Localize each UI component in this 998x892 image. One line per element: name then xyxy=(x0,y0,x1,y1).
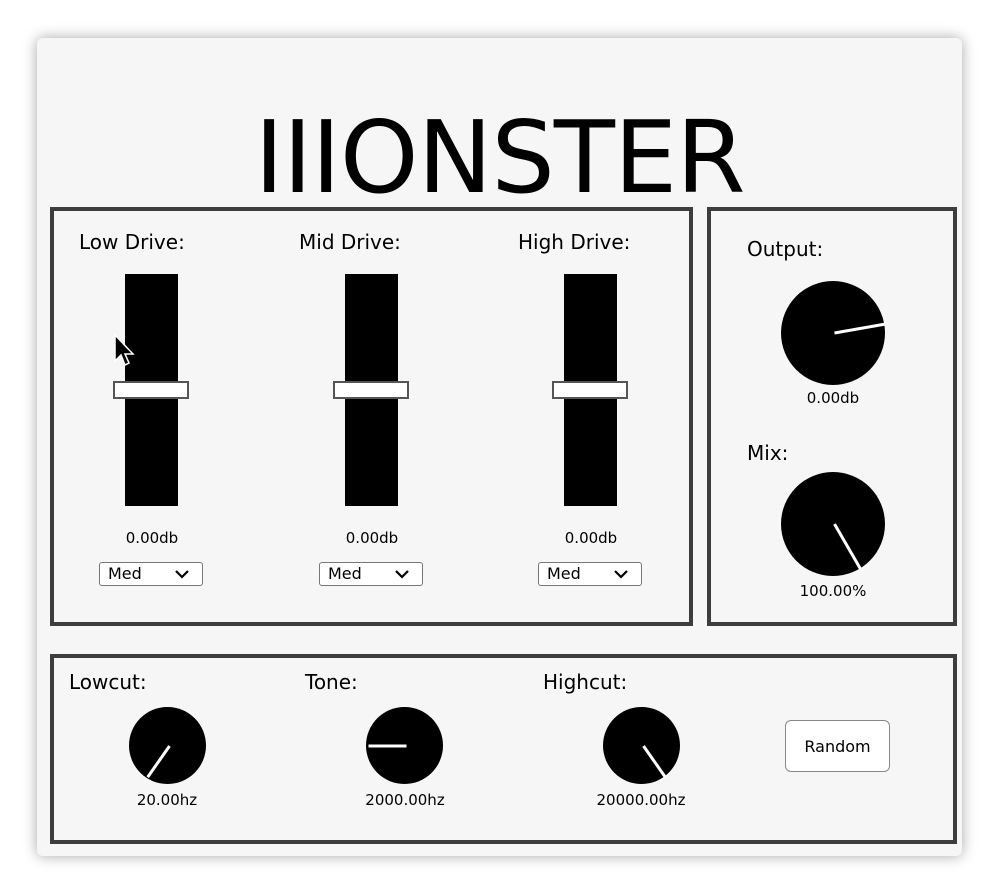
lowcut-label: Lowcut: xyxy=(69,670,147,694)
tone-label: Tone: xyxy=(305,670,358,694)
drive-panel: Low Drive: 0.00db Med Mid Drive: 0.00db … xyxy=(50,207,693,626)
filter-panel: Lowcut: 20.00hz Tone: 2000.00hz Highcut:… xyxy=(50,654,957,844)
highcut-knob[interactable] xyxy=(603,707,680,784)
output-knob[interactable] xyxy=(781,281,886,385)
highcut-value: 20000.00hz xyxy=(596,791,686,809)
mix-value: 100.00% xyxy=(799,582,867,600)
high-drive-mode-value: Med xyxy=(547,564,581,583)
tone-knob-pointer xyxy=(368,744,406,747)
app-title: IIIONSTER xyxy=(254,99,745,216)
low-drive-mode-select[interactable]: Med xyxy=(99,562,203,586)
chevron-down-icon xyxy=(175,570,189,579)
random-button[interactable]: Random xyxy=(785,720,890,772)
tone-knob[interactable] xyxy=(366,707,443,784)
low-drive-slider[interactable] xyxy=(113,274,189,506)
high-drive-slider[interactable] xyxy=(552,274,628,506)
high-drive-label: High Drive: xyxy=(518,230,631,254)
output-label: Output: xyxy=(747,237,824,261)
lowcut-knob[interactable] xyxy=(129,707,206,784)
highcut-label: Highcut: xyxy=(543,670,628,694)
low-drive-label: Low Drive: xyxy=(79,230,185,254)
lowcut-knob-pointer xyxy=(145,744,171,778)
plugin-window: IIIONSTER Low Drive: 0.00db Med Mid Driv… xyxy=(37,38,962,856)
low-drive-slider-thumb[interactable] xyxy=(113,381,189,399)
mid-drive-slider-thumb[interactable] xyxy=(333,381,409,399)
lowcut-value: 20.00hz xyxy=(136,791,198,809)
high-drive-mode-select[interactable]: Med xyxy=(538,562,642,586)
high-drive-value: 0.00db xyxy=(564,529,618,547)
mid-drive-label: Mid Drive: xyxy=(299,230,401,254)
output-value: 0.00db xyxy=(806,389,860,407)
mix-knob[interactable] xyxy=(781,472,885,576)
chevron-down-icon xyxy=(395,570,409,579)
mid-drive-slider[interactable] xyxy=(333,274,409,506)
chevron-down-icon xyxy=(614,570,628,579)
output-knob-pointer xyxy=(834,322,886,335)
highcut-knob-pointer xyxy=(641,744,667,778)
mid-drive-value: 0.00db xyxy=(345,529,399,547)
mix-knob-pointer xyxy=(833,523,862,570)
output-panel: Output: 0.00db Mix: 100.00% xyxy=(707,207,957,626)
tone-value: 2000.00hz xyxy=(365,791,445,809)
mid-drive-mode-value: Med xyxy=(328,564,362,583)
mouse-cursor-icon xyxy=(114,333,135,367)
mid-drive-mode-select[interactable]: Med xyxy=(319,562,423,586)
high-drive-slider-thumb[interactable] xyxy=(552,381,628,399)
low-drive-value: 0.00db xyxy=(125,529,179,547)
mix-label: Mix: xyxy=(747,441,789,465)
low-drive-mode-value: Med xyxy=(108,564,142,583)
